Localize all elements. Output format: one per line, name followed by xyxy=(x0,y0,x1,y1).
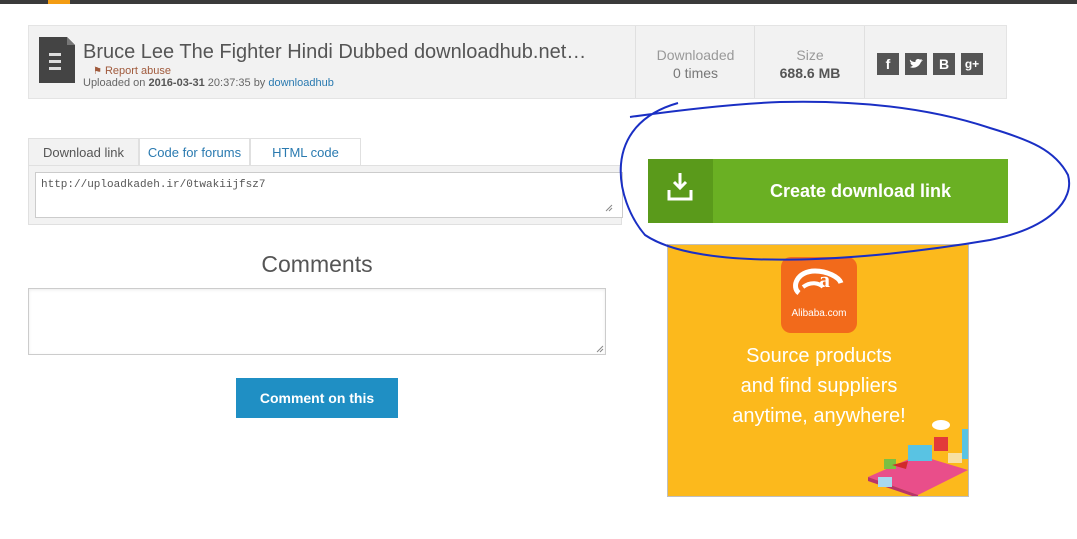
logo-fragment xyxy=(48,0,70,4)
site-top-bar xyxy=(0,0,1077,4)
report-abuse-link[interactable]: ⚑ Report abuse xyxy=(93,65,171,77)
download-tray-icon xyxy=(667,173,693,201)
tab-download-link[interactable]: Download link xyxy=(28,138,139,166)
twitter-bird-glyph xyxy=(909,58,923,68)
size-stat: Size 688.6 MB xyxy=(754,26,865,98)
comment-on-this-button[interactable]: Comment on this xyxy=(236,378,398,418)
size-label: Size xyxy=(796,47,824,63)
downloaded-value: 0 times xyxy=(672,65,719,81)
resize-handle-icon[interactable] xyxy=(596,345,604,353)
blogger-icon[interactable]: B xyxy=(933,53,955,75)
file-icon xyxy=(39,37,75,83)
size-value: 688.6 MB xyxy=(779,65,841,81)
shopping-illustration xyxy=(868,420,968,496)
create-download-link-button[interactable]: Create download link xyxy=(648,159,1008,223)
create-download-link-label: Create download link xyxy=(769,181,952,201)
file-title: Bruce Lee The Fighter Hindi Dubbed downl… xyxy=(83,41,587,63)
flag-icon: ⚑ xyxy=(93,66,102,77)
tab-panel: http://uploadkadeh.ir/0twakiijfsz7 xyxy=(28,165,623,225)
twitter-icon[interactable] xyxy=(905,53,927,75)
facebook-icon[interactable]: f xyxy=(877,53,899,75)
download-tray-icon-box xyxy=(648,159,713,223)
uploaded-time: 20:37:35 xyxy=(207,77,251,89)
uploaded-prefix: Uploaded on xyxy=(83,77,146,89)
alibaba-logo: a Alibaba.com xyxy=(781,257,857,333)
tab-code-for-forums[interactable]: Code for forums xyxy=(139,138,250,166)
uploaded-date: 2016-03-31 xyxy=(148,77,205,89)
alibaba-ad-banner[interactable]: a Alibaba.com Source products and find s… xyxy=(667,244,969,497)
social-share-group: f B g+ xyxy=(864,26,1007,98)
alibaba-logo-icon: a xyxy=(793,267,844,295)
link-tabs: Download link Code for forums HTML code … xyxy=(28,138,623,225)
report-abuse-label: Report abuse xyxy=(104,65,172,77)
google-plus-icon[interactable]: g+ xyxy=(961,53,983,75)
comment-textarea[interactable] xyxy=(28,288,606,355)
uploader-link[interactable]: downloadhub xyxy=(268,77,333,89)
alibaba-brand-text: Alibaba.com xyxy=(791,308,847,319)
upload-info: Uploaded on 2016-03-31 20:37:35 by downl… xyxy=(83,77,334,89)
comments-heading: Comments xyxy=(261,251,373,277)
tab-html-code[interactable]: HTML code xyxy=(250,138,361,166)
downloaded-label: Downloaded xyxy=(656,47,735,63)
file-header: Bruce Lee The Fighter Hindi Dubbed downl… xyxy=(28,25,1007,99)
downloaded-stat: Downloaded 0 times xyxy=(635,26,755,98)
ad-line-1: Source products xyxy=(746,345,892,367)
uploaded-by-word: by xyxy=(253,77,266,89)
resize-handle-icon[interactable] xyxy=(605,204,613,212)
svg-text:a: a xyxy=(819,267,830,292)
ad-line-2: and find suppliers xyxy=(740,375,898,397)
download-link-textarea[interactable]: http://uploadkadeh.ir/0twakiijfsz7 xyxy=(35,172,623,218)
